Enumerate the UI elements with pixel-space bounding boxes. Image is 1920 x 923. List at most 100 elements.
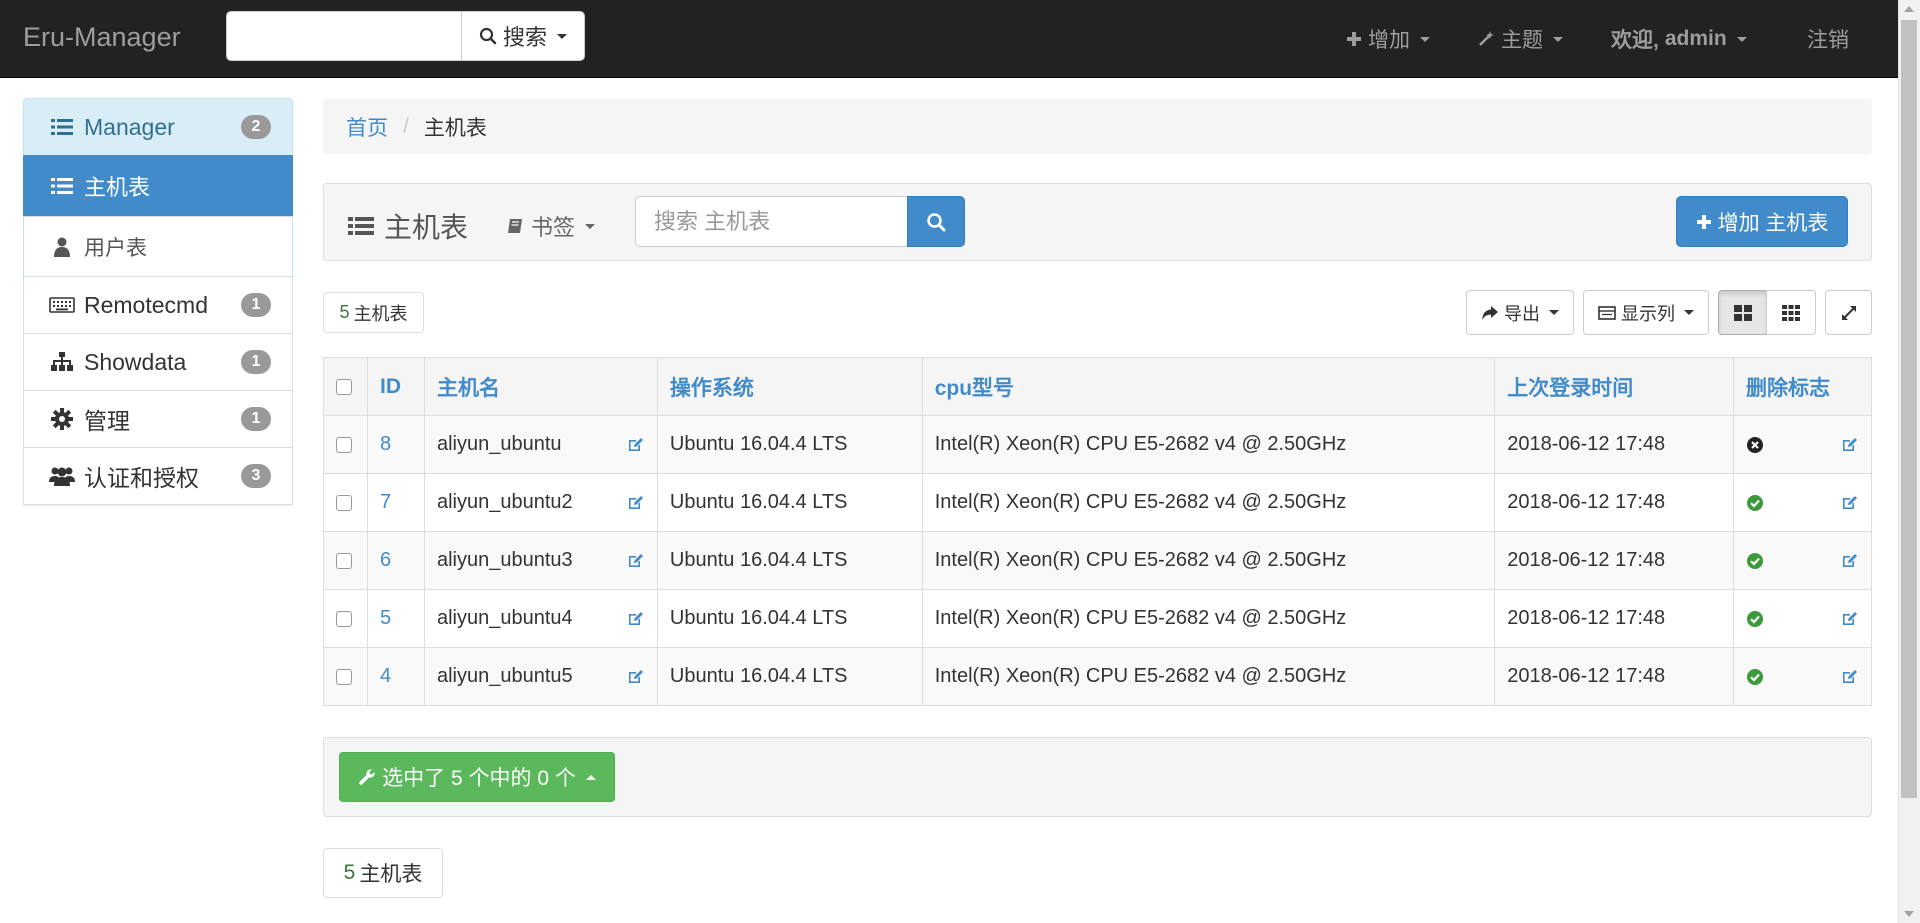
edit-icon[interactable] (627, 669, 645, 685)
cpu-cell: Intel(R) Xeon(R) CPU E5-2682 v4 @ 2.50GH… (921, 531, 1496, 590)
column-header-deleted[interactable]: 删除标志 (1733, 357, 1872, 416)
host-id-link[interactable]: 8 (380, 433, 391, 455)
edit-icon[interactable] (1841, 495, 1859, 511)
result-count-label: 主机表 (353, 303, 408, 324)
scroll-down-arrow[interactable] (1904, 911, 1914, 917)
export-button[interactable]: 导出 (1466, 290, 1574, 335)
column-header-cpu[interactable]: cpu型号 (921, 357, 1496, 416)
batch-action-button[interactable]: 选中了 5 个中的 0 个 (339, 752, 615, 802)
row-select-cell (323, 531, 368, 590)
table-row[interactable]: 8 aliyun_ubuntu Ubuntu 16.04.4 LTS Intel(R)… (323, 415, 1872, 474)
row-checkbox[interactable] (336, 668, 352, 685)
table-row[interactable]: 6 aliyun_ubuntu3 Ubuntu 16.04.4 LTS Intel(R… (323, 531, 1872, 590)
cpu-cell: Intel(R) Xeon(R) CPU E5-2682 v4 @ 2.50GH… (921, 589, 1496, 648)
table-search-button[interactable] (907, 196, 965, 247)
column-header-hostname[interactable]: 主机名 (423, 357, 658, 416)
chevron-down-icon (585, 223, 596, 229)
nav-theme-label: 主题 (1501, 29, 1543, 52)
grid-view-button[interactable] (1766, 290, 1816, 335)
deleted-flag-cell (1733, 473, 1872, 532)
brand-logo[interactable]: Eru-Manager (23, 22, 181, 53)
table-row[interactable]: 7 aliyun_ubuntu2 Ubuntu 16.04.4 LTS Intel(R… (323, 473, 1872, 532)
result-count-number: 5 (339, 302, 350, 322)
sidebar-item-showdata[interactable]: Showdata 1 (23, 333, 293, 391)
columns-icon (1598, 305, 1616, 320)
column-header-os[interactable]: 操作系统 (656, 357, 923, 416)
row-checkbox[interactable] (336, 436, 352, 453)
share-icon (1482, 305, 1498, 320)
sidebar-item-admin[interactable]: 管理 1 (23, 390, 293, 448)
table-search-input[interactable] (635, 196, 908, 247)
user-icon (49, 237, 75, 257)
host-id-link[interactable]: 4 (380, 665, 391, 687)
column-header-id[interactable]: ID (366, 357, 425, 416)
sidebar-item-users-table[interactable]: 用户表 (23, 216, 293, 277)
os-cell: Ubuntu 16.04.4 LTS (656, 531, 923, 590)
breadcrumb-home-link[interactable]: 首页 (346, 112, 388, 142)
global-search-button[interactable]: 搜索 (461, 11, 585, 61)
hostname-cell: aliyun_ubuntu5 (423, 647, 658, 706)
hostname-text: aliyun_ubuntu (436, 433, 562, 455)
sidebar-item-hosts[interactable]: 主机表 (23, 155, 293, 217)
global-search-input[interactable] (226, 11, 462, 61)
host-id-link[interactable]: 5 (380, 607, 391, 629)
nav-theme-menu[interactable]: 主题 (1477, 0, 1563, 78)
fullscreen-button[interactable] (1825, 290, 1872, 335)
scroll-up-arrow[interactable] (1904, 6, 1914, 12)
scrollbar-thumb[interactable] (1901, 20, 1917, 798)
breadcrumb-separator: / (403, 114, 409, 138)
hostname-text: aliyun_ubuntu2 (436, 491, 573, 513)
host-id-link[interactable]: 6 (380, 549, 391, 571)
list-view-button[interactable] (1718, 290, 1768, 335)
id-cell: 6 (366, 531, 425, 590)
edit-icon[interactable] (627, 437, 645, 453)
hostname-cell: aliyun_ubuntu4 (423, 589, 658, 648)
chevron-down-icon (1553, 36, 1563, 42)
search-icon (479, 27, 497, 45)
os-cell: Ubuntu 16.04.4 LTS (656, 647, 923, 706)
edit-icon[interactable] (1841, 437, 1859, 453)
row-select-cell (323, 473, 368, 532)
search-button-label: 搜索 (502, 25, 547, 50)
table-row[interactable]: 5 aliyun_ubuntu4 Ubuntu 16.04.4 LTS Intel(R… (323, 589, 1872, 648)
id-cell: 8 (366, 415, 425, 474)
deleted-flag-cell (1733, 415, 1872, 474)
sidebar-item-label: Showdata (84, 348, 187, 375)
edit-icon[interactable] (1841, 669, 1859, 685)
deleted-flag-cell (1733, 647, 1872, 706)
nav-add-menu[interactable]: 增加 (1346, 0, 1430, 78)
table-row[interactable]: 4 aliyun_ubuntu5 Ubuntu 16.04.4 LTS Intel(R… (323, 647, 1872, 706)
edit-icon[interactable] (627, 611, 645, 627)
column-header-last-login[interactable]: 上次登录时间 (1494, 357, 1735, 416)
row-checkbox[interactable] (336, 494, 352, 511)
breadcrumb: 首页 / 主机表 (323, 99, 1872, 154)
columns-button[interactable]: 显示列 (1583, 290, 1709, 335)
row-select-cell (323, 647, 368, 706)
cpu-cell: Intel(R) Xeon(R) CPU E5-2682 v4 @ 2.50GH… (921, 647, 1496, 706)
plus-icon (1347, 32, 1361, 46)
sidebar-item-remotecmd[interactable]: Remotecmd 1 (23, 276, 293, 334)
add-host-button[interactable]: 增加 主机表 (1676, 196, 1848, 247)
edit-icon[interactable] (627, 495, 645, 511)
hostname-cell: aliyun_ubuntu (423, 415, 658, 474)
bookmark-dropdown[interactable]: 书签 (507, 210, 596, 242)
count-badge: 3 (241, 464, 271, 488)
row-checkbox[interactable] (336, 552, 352, 569)
sidebar-item-label: 主机表 (84, 175, 151, 200)
logout-link[interactable]: 注销 (1807, 0, 1849, 78)
chevron-down-icon (1684, 310, 1694, 315)
row-checkbox[interactable] (336, 610, 352, 627)
nav-add-label: 增加 (1368, 29, 1410, 52)
edit-icon[interactable] (1841, 611, 1859, 627)
page-scrollbar[interactable] (1898, 0, 1920, 923)
nav-user-menu[interactable]: 欢迎, admin (1611, 0, 1747, 78)
sidebar-item-auth[interactable]: 认证和授权 3 (23, 447, 293, 505)
os-cell: Ubuntu 16.04.4 LTS (656, 473, 923, 532)
keyboard-icon (49, 297, 75, 313)
result-count: 5 主机表 (323, 292, 424, 333)
edit-icon[interactable] (627, 553, 645, 569)
edit-icon[interactable] (1841, 553, 1859, 569)
host-id-link[interactable]: 7 (380, 491, 391, 513)
select-all-checkbox[interactable] (336, 378, 352, 395)
sidebar-item-manager[interactable]: Manager 2 (23, 98, 293, 156)
